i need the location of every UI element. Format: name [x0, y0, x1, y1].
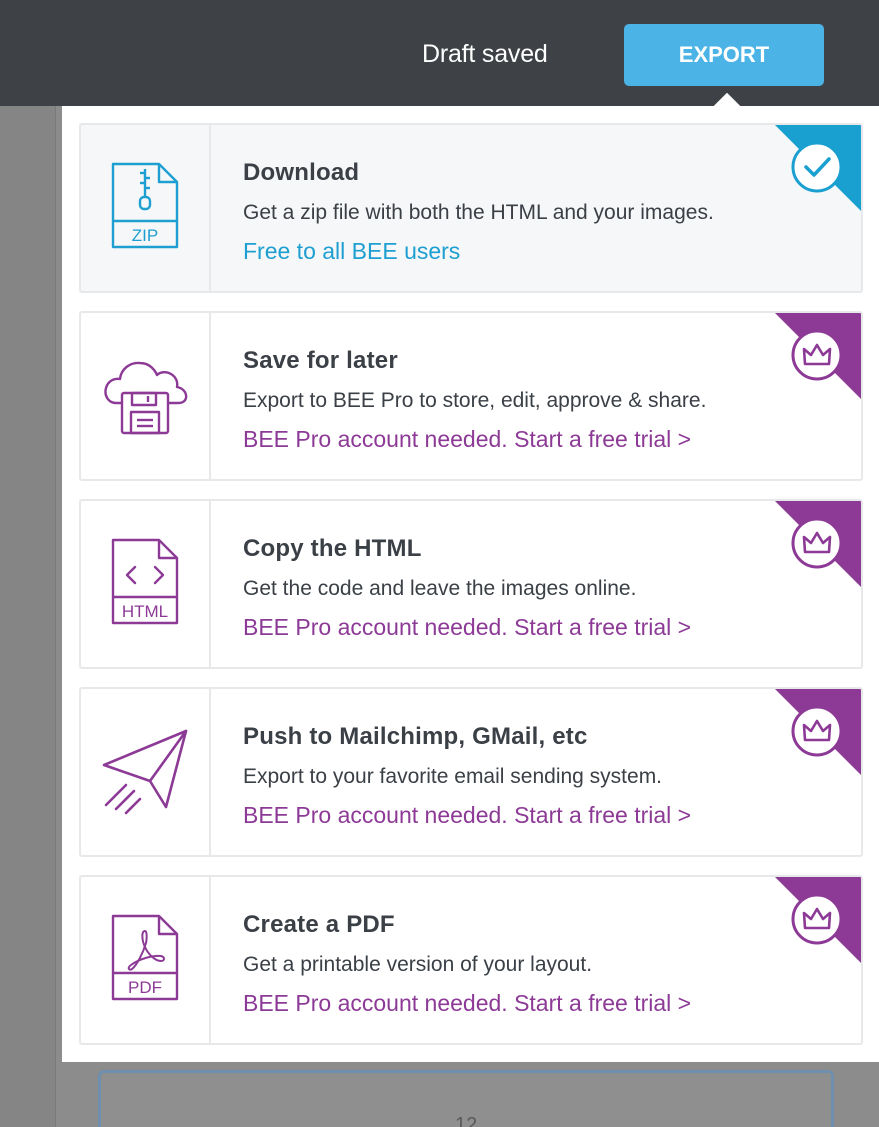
- export-option-download[interactable]: ZIP Download Get a zip file with both th…: [79, 123, 863, 293]
- pro-badge: [775, 689, 861, 775]
- top-bar: Draft saved EXPORT: [0, 0, 879, 106]
- pro-badge: [775, 501, 861, 587]
- selected-badge: [775, 125, 861, 211]
- pdf-file-icon: PDF: [109, 913, 181, 1008]
- export-option-save-for-later[interactable]: Save for later Export to BEE Pro to stor…: [79, 311, 863, 481]
- option-title: Copy the HTML: [243, 535, 422, 562]
- option-icon-column: HTML: [81, 501, 211, 667]
- pro-badge: [775, 313, 861, 399]
- paper-plane-icon: [100, 725, 190, 820]
- pdf-icon-label: PDF: [128, 978, 162, 997]
- option-icon-column: PDF: [81, 877, 211, 1043]
- option-link-trial[interactable]: BEE Pro account needed. Start a free tri…: [243, 985, 801, 1021]
- option-icon-column: [81, 689, 211, 855]
- option-title: Push to Mailchimp, GMail, etc: [243, 723, 588, 750]
- option-link-free[interactable]: Free to all BEE users: [243, 233, 801, 269]
- option-description: Export to BEE Pro to store, edit, approv…: [243, 389, 707, 412]
- option-description: Get a zip file with both the HTML and yo…: [243, 201, 714, 224]
- option-link-trial[interactable]: BEE Pro account needed. Start a free tri…: [243, 797, 801, 833]
- export-option-copy-html[interactable]: HTML Copy the HTML Get the code and leav…: [79, 499, 863, 669]
- pro-badge: [775, 877, 861, 963]
- option-title: Create a PDF: [243, 911, 395, 938]
- html-icon-label: HTML: [122, 602, 168, 621]
- html-file-icon: HTML: [109, 537, 181, 632]
- option-description: Get the code and leave the images online…: [243, 577, 637, 600]
- option-link-trial[interactable]: BEE Pro account needed. Start a free tri…: [243, 421, 801, 457]
- option-title: Save for later: [243, 347, 398, 374]
- option-description: Get a printable version of your layout.: [243, 953, 593, 976]
- export-button[interactable]: EXPORT: [624, 24, 824, 86]
- draft-status: Draft saved: [422, 40, 548, 68]
- option-link-trial[interactable]: BEE Pro account needed. Start a free tri…: [243, 609, 801, 645]
- export-option-create-pdf[interactable]: PDF Create a PDF Get a printable version…: [79, 875, 863, 1045]
- cloud-save-icon: [102, 349, 188, 444]
- zip-icon-label: ZIP: [132, 226, 158, 245]
- editor-sidebar: [0, 106, 56, 1127]
- option-title: Download: [243, 159, 360, 186]
- option-description: Export to your favorite email sending sy…: [243, 765, 663, 788]
- option-icon-column: ZIP: [81, 125, 211, 291]
- export-option-push-to-esp[interactable]: Push to Mailchimp, GMail, etc Export to …: [79, 687, 863, 857]
- editor-block-number: 12: [455, 1114, 478, 1127]
- panel-caret: [699, 93, 759, 123]
- zip-file-icon: ZIP: [109, 161, 181, 256]
- option-icon-column: [81, 313, 211, 479]
